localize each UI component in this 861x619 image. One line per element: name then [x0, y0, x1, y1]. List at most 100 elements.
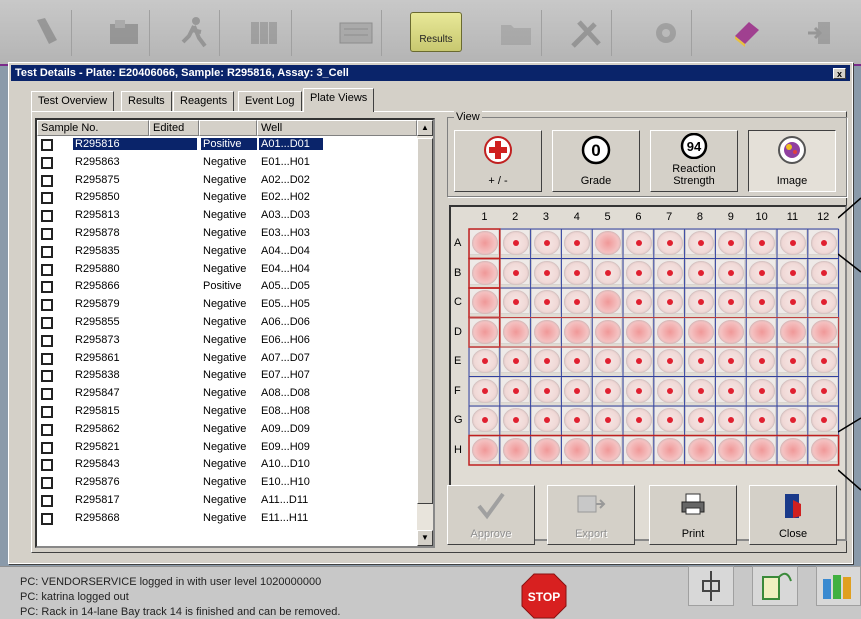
- plate-well[interactable]: [592, 229, 623, 255]
- plate-well[interactable]: [715, 406, 746, 432]
- plate-well[interactable]: [469, 435, 499, 462]
- close-window-button[interactable]: x: [833, 67, 846, 79]
- tab-reagents[interactable]: Reagents: [173, 91, 235, 111]
- plate-well[interactable]: [684, 406, 715, 432]
- image-view-button[interactable]: Image: [748, 130, 836, 192]
- plate-well[interactable]: [653, 258, 684, 285]
- plate-well[interactable]: [592, 406, 623, 432]
- row-checkbox[interactable]: [41, 370, 53, 383]
- table-row[interactable]: R295816 Positive A01...D01: [37, 137, 417, 153]
- plate-well[interactable]: [561, 288, 592, 314]
- print-button[interactable]: Print: [649, 485, 737, 545]
- row-checkbox[interactable]: [41, 441, 53, 454]
- plate-well[interactable]: [530, 288, 561, 314]
- plate-well[interactable]: [807, 229, 838, 255]
- close-button[interactable]: Close: [749, 485, 837, 545]
- row-checkbox[interactable]: [41, 423, 53, 436]
- plate-well[interactable]: [499, 376, 530, 403]
- plate-well[interactable]: [623, 288, 653, 314]
- row-checkbox[interactable]: [41, 477, 53, 490]
- plate-well[interactable]: [807, 258, 838, 285]
- pipette-icon[interactable]: [688, 566, 734, 606]
- results-folder-button[interactable]: Results: [410, 12, 462, 52]
- plate-well[interactable]: [684, 347, 715, 373]
- plate-well[interactable]: [684, 229, 715, 255]
- row-checkbox[interactable]: [41, 139, 53, 151]
- table-row[interactable]: R295861 Negative A07...D07: [37, 351, 417, 367]
- plate-well[interactable]: [592, 435, 623, 462]
- export-button[interactable]: Export: [547, 485, 635, 545]
- table-row[interactable]: R295847 Negative A08...D08: [37, 386, 417, 402]
- scroll-thumb[interactable]: [417, 138, 433, 504]
- table-row[interactable]: R295813 Negative A03...D03: [37, 208, 417, 224]
- stop-icon[interactable]: STOP: [520, 572, 568, 619]
- plate-well[interactable]: [746, 288, 777, 314]
- table-row[interactable]: R295875 Negative A02...D02: [37, 173, 417, 189]
- plate-well[interactable]: [777, 435, 807, 462]
- plate-well[interactable]: [684, 376, 715, 403]
- plate-well[interactable]: [746, 406, 777, 432]
- runner-icon[interactable]: [168, 10, 220, 56]
- plate-well[interactable]: [777, 229, 807, 255]
- plate-well[interactable]: [499, 317, 530, 344]
- row-checkbox[interactable]: [41, 192, 53, 205]
- plate-well[interactable]: [653, 435, 684, 462]
- row-checkbox[interactable]: [41, 317, 53, 329]
- plate-well[interactable]: [469, 317, 499, 344]
- plate-well[interactable]: [469, 258, 499, 285]
- table-row[interactable]: R295843 Negative A10...D10: [37, 457, 417, 473]
- plate-well[interactable]: [777, 406, 807, 432]
- plate-well[interactable]: [715, 317, 746, 344]
- plate-well[interactable]: [653, 347, 684, 373]
- plate-well[interactable]: [469, 229, 499, 255]
- plus-minus-view-button[interactable]: + / -: [454, 130, 542, 192]
- plate-well[interactable]: [715, 229, 746, 255]
- plate-well[interactable]: [592, 317, 623, 344]
- row-checkbox[interactable]: [41, 512, 53, 525]
- row-checkbox[interactable]: [41, 388, 53, 401]
- plate-well[interactable]: [746, 376, 777, 403]
- plate-well[interactable]: [807, 376, 838, 403]
- plate-well[interactable]: [561, 376, 592, 403]
- keyboard-icon[interactable]: [330, 10, 382, 56]
- tools-icon[interactable]: [560, 10, 612, 56]
- plate-well[interactable]: [623, 435, 653, 462]
- plate-well[interactable]: [469, 376, 499, 403]
- table-row[interactable]: R295821 Negative E09...H09: [37, 440, 417, 456]
- table-row[interactable]: R295835 Negative A04...D04: [37, 244, 417, 260]
- plate-well[interactable]: [746, 347, 777, 373]
- table-row[interactable]: R295868 Negative E11...H11: [37, 511, 417, 527]
- plate-well[interactable]: [623, 406, 653, 432]
- tab-test-overview[interactable]: Test Overview: [31, 91, 115, 111]
- plate-well[interactable]: [561, 347, 592, 373]
- column-result[interactable]: [199, 120, 257, 136]
- plate-well[interactable]: [499, 258, 530, 285]
- table-row[interactable]: R295873 Negative E06...H06: [37, 333, 417, 349]
- column-edited[interactable]: Edited: [149, 120, 199, 136]
- table-row[interactable]: R295863 Negative E01...H01: [37, 155, 417, 171]
- plate-well[interactable]: [653, 317, 684, 344]
- row-checkbox[interactable]: [41, 334, 53, 347]
- plate-well[interactable]: [684, 288, 715, 314]
- plate-well[interactable]: [777, 347, 807, 373]
- plate-well[interactable]: [469, 288, 499, 314]
- row-checkbox[interactable]: [41, 406, 53, 418]
- plate-well[interactable]: [561, 406, 592, 432]
- plate-well[interactable]: [777, 258, 807, 285]
- row-checkbox[interactable]: [41, 352, 53, 365]
- plate-well[interactable]: [807, 347, 838, 373]
- plate-well[interactable]: [746, 258, 777, 285]
- column-well[interactable]: Well: [257, 120, 417, 136]
- plate-well[interactable]: [653, 229, 684, 255]
- table-row[interactable]: R295862 Negative A09...D09: [37, 422, 417, 438]
- row-checkbox[interactable]: [41, 228, 53, 240]
- row-checkbox[interactable]: [41, 299, 53, 312]
- tab-results[interactable]: Results: [121, 91, 172, 111]
- gear-icon[interactable]: [640, 10, 692, 56]
- plate-well[interactable]: [746, 435, 777, 462]
- approve-button[interactable]: Approve: [447, 485, 535, 545]
- plate-well[interactable]: [653, 376, 684, 403]
- row-checkbox[interactable]: [41, 174, 53, 187]
- row-checkbox[interactable]: [41, 210, 53, 223]
- plate-well[interactable]: [715, 258, 746, 285]
